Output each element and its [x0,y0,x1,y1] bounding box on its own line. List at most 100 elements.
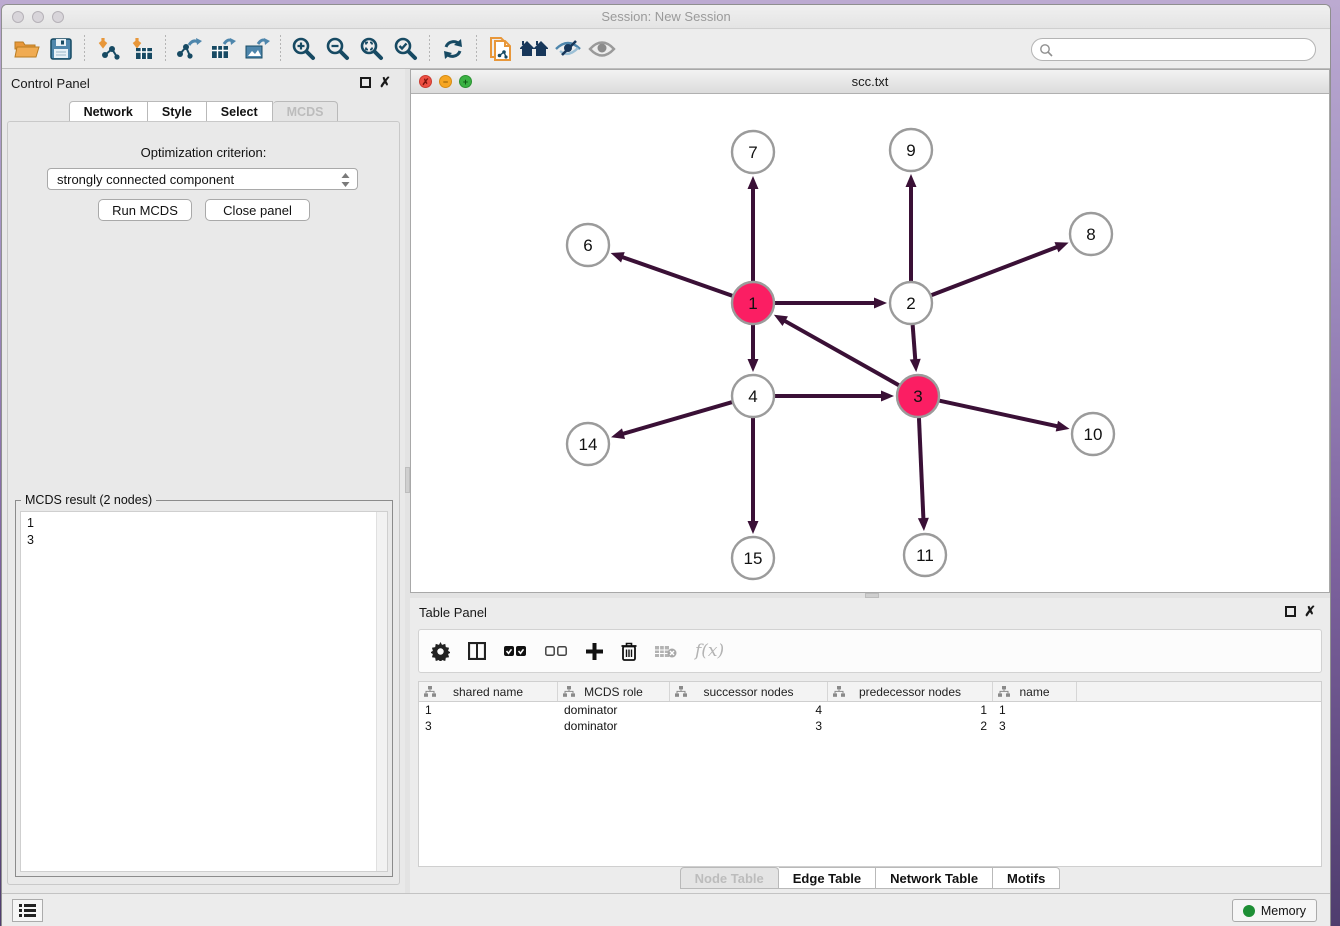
unselect-all-columns-icon[interactable] [545,646,568,657]
zoom-in-icon[interactable] [287,34,321,64]
optimization-criterion-select[interactable]: strongly connected component [47,168,358,190]
search-input[interactable] [1057,43,1315,57]
result-scrollbar[interactable] [376,512,387,871]
svg-text:6: 6 [583,236,592,255]
tab-style[interactable]: Style [148,101,207,122]
save-session-icon[interactable] [44,34,78,64]
close-panel-icon[interactable]: ✗ [379,74,391,90]
graph-node-8[interactable]: 8 [1070,213,1112,255]
task-history-button[interactable] [12,899,43,922]
graph-edge-3-11[interactable] [919,418,923,520]
import-table-icon[interactable] [125,34,159,64]
table-tab-motifs[interactable]: Motifs [993,867,1060,889]
table-cell[interactable]: dominator [558,718,670,734]
zoom-out-icon[interactable] [321,34,355,64]
table-cell[interactable]: 1 [993,702,1077,718]
table-cell[interactable]: 4 [670,702,828,718]
close-table-panel-icon[interactable]: ✗ [1304,603,1316,619]
tab-select[interactable]: Select [207,101,273,122]
toolbar-separator [280,35,281,63]
graph-node-14[interactable]: 14 [567,423,609,465]
table-settings-gear-icon[interactable] [431,642,450,661]
table-cell[interactable]: dominator [558,702,670,718]
table-cell[interactable]: 1 [828,702,993,718]
graph-node-1[interactable]: 1 [732,282,774,324]
table-tabs: Node TableEdge TableNetwork TableMotifs [410,867,1330,889]
graph-node-11[interactable]: 11 [904,534,946,576]
node-table[interactable]: shared nameMCDS rolesuccessor nodesprede… [418,681,1322,867]
table-row[interactable]: 1dominator411 [419,702,1321,718]
open-session-icon[interactable] [10,34,44,64]
delete-column-trash-icon[interactable] [621,642,637,661]
select-all-columns-icon[interactable] [504,646,527,657]
graph-node-10[interactable]: 10 [1072,413,1114,455]
refresh-icon[interactable] [436,34,470,64]
network-window-title: scc.txt [411,74,1329,89]
graph-node-9[interactable]: 9 [890,129,932,171]
network-view-window: ✗ − + scc.txt 7968124314101511 [410,69,1330,593]
graph-edge-4-14[interactable] [622,402,732,434]
first-neighbors-icon[interactable] [483,34,517,64]
table-tab-edge-table[interactable]: Edge Table [779,867,876,889]
column-header-mcds-role[interactable]: MCDS role [558,682,670,701]
export-table-icon[interactable] [206,34,240,64]
table-cell[interactable]: 3 [670,718,828,734]
svg-text:8: 8 [1086,225,1095,244]
mcds-result-title: MCDS result (2 nodes) [21,493,156,507]
edge-arrowhead [874,298,887,309]
mcds-result-list[interactable]: 13 [20,511,388,872]
export-network-icon[interactable] [172,34,206,64]
window-title: Session: New Session [2,9,1330,24]
create-column-icon[interactable] [586,643,603,660]
network-canvas[interactable]: 7 9 6 8 1 2 4 3 14 10 15 11 [411,94,1329,592]
graph-edge-1-6[interactable] [621,257,732,296]
float-panel-icon[interactable] [360,77,371,88]
column-header-name[interactable]: name [993,682,1077,701]
tab-network[interactable]: Network [69,101,148,122]
memory-button[interactable]: Memory [1232,899,1317,922]
graph-node-4[interactable]: 4 [732,375,774,417]
control-panel: Control Panel ✗ NetworkStyleSelectMCDS O… [2,69,405,893]
column-header-predecessor-nodes[interactable]: predecessor nodes [828,682,993,701]
table-cell[interactable]: 3 [993,718,1077,734]
table-row[interactable]: 3dominator323 [419,718,1321,734]
hide-eye-icon[interactable] [551,34,585,64]
run-mcds-button[interactable]: Run MCDS [98,199,192,221]
table-cell[interactable]: 1 [419,702,558,718]
table-tab-node-table[interactable]: Node Table [680,867,779,889]
mcds-panel-body: Optimization criterion: strongly connect… [7,121,400,885]
graph-node-7[interactable]: 7 [732,131,774,173]
edge-arrowhead [906,174,917,187]
graph-node-15[interactable]: 15 [732,537,774,579]
show-eye-icon[interactable] [585,34,619,64]
close-panel-button[interactable]: Close panel [205,199,310,221]
graph-node-6[interactable]: 6 [567,224,609,266]
export-image-icon[interactable] [240,34,274,64]
table-tab-network-table[interactable]: Network Table [876,867,993,889]
select-stepper-icon [340,172,351,188]
svg-text:1: 1 [748,294,757,313]
svg-text:15: 15 [744,549,763,568]
graph-edge-2-8[interactable] [932,247,1059,296]
import-network-icon[interactable] [91,34,125,64]
table-cell[interactable]: 2 [828,718,993,734]
tab-mcds[interactable]: MCDS [273,101,339,122]
zoom-fit-icon[interactable] [355,34,389,64]
show-column-panel-icon[interactable] [468,642,486,660]
edge-arrowhead [1054,242,1068,252]
table-panel: Table Panel ✗ [410,598,1330,893]
column-header-successor-nodes[interactable]: successor nodes [670,682,828,701]
edge-arrowhead [918,518,929,531]
table-cell[interactable]: 3 [419,718,558,734]
graph-edge-3-10[interactable] [939,401,1058,427]
graph-node-2[interactable]: 2 [890,282,932,324]
control-panel-header: Control Panel ✗ [2,69,405,96]
column-header-shared-name[interactable]: shared name [419,682,558,701]
graph-edge-3-1[interactable] [783,320,898,385]
zoom-selected-icon[interactable] [389,34,423,64]
float-table-panel-icon[interactable] [1285,606,1296,617]
cyndex-home-icon[interactable] [517,34,551,64]
graph-node-3[interactable]: 3 [897,375,939,417]
search-field[interactable] [1031,38,1316,61]
graph-edge-2-3[interactable] [913,325,916,361]
